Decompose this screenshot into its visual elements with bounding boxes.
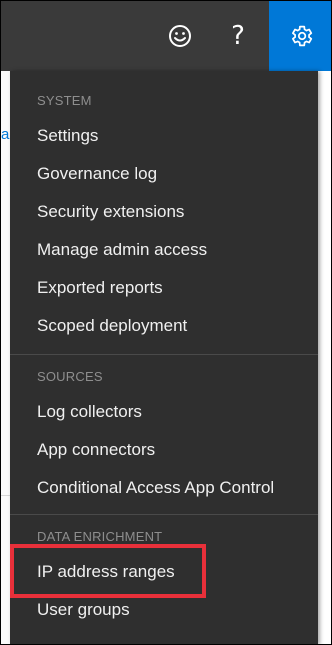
menu-item-conditional-access-app-control[interactable]: Conditional Access App Control xyxy=(37,478,274,498)
help-icon: ? xyxy=(231,20,245,51)
feedback-button[interactable] xyxy=(160,0,200,71)
menu-item-app-connectors[interactable]: App connectors xyxy=(37,440,155,460)
background-link-fragment[interactable]: a xyxy=(1,126,9,143)
menu-item-security-extensions[interactable]: Security extensions xyxy=(37,202,184,222)
menu-item-settings[interactable]: Settings xyxy=(37,126,98,146)
menu-item-ip-address-ranges[interactable]: IP address ranges xyxy=(37,562,175,582)
menu-item-manage-admin-access[interactable]: Manage admin access xyxy=(37,240,207,260)
menu-divider xyxy=(10,514,318,515)
menu-divider xyxy=(10,354,318,355)
section-label-sources: SOURCES xyxy=(37,369,103,384)
section-label-system: SYSTEM xyxy=(37,93,92,108)
background-divider xyxy=(0,495,10,496)
menu-item-log-collectors[interactable]: Log collectors xyxy=(37,402,142,422)
top-bar: ? xyxy=(0,0,332,71)
menu-item-exported-reports[interactable]: Exported reports xyxy=(37,278,163,298)
help-button[interactable]: ? xyxy=(218,0,258,71)
smiley-icon xyxy=(169,24,191,47)
menu-item-scoped-deployment[interactable]: Scoped deployment xyxy=(37,316,187,336)
page-background xyxy=(0,71,10,645)
settings-button[interactable] xyxy=(269,0,332,71)
menu-item-governance-log[interactable]: Governance log xyxy=(37,164,157,184)
gear-icon xyxy=(291,25,312,46)
section-label-data-enrichment: DATA ENRICHMENT xyxy=(37,529,163,544)
menu-item-user-groups[interactable]: User groups xyxy=(37,600,130,620)
settings-dropdown-menu: SYSTEM Settings Governance log Security … xyxy=(10,71,318,645)
